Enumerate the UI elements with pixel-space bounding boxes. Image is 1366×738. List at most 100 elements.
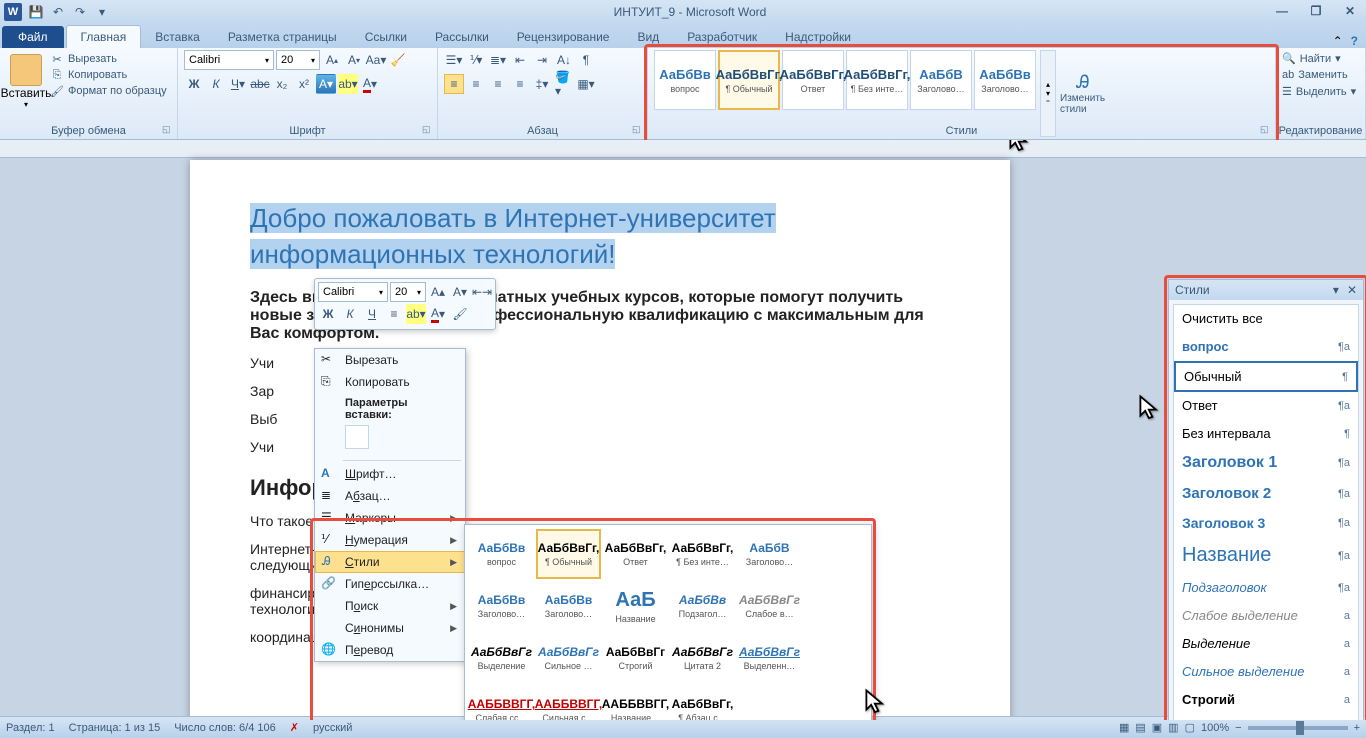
submenu-style-item[interactable]: АаБбВвЗаголово… [469,581,534,631]
tab-page-layout[interactable]: Разметка страницы [214,26,351,48]
shrink-font-button[interactable]: A▾ [344,50,364,70]
pane-style-item[interactable]: Обычный¶ [1174,361,1358,392]
select-button[interactable]: ☰Выделить▾ [1282,83,1359,100]
status-spellcheck-icon[interactable]: ✗ [290,721,299,734]
pane-style-item[interactable]: Заголовок 2¶a [1174,479,1358,509]
font-color-button[interactable]: A▾ [360,74,380,94]
replace-button[interactable]: abЗаменить [1282,67,1359,83]
view-mode-icon[interactable]: ▥ [1168,721,1178,734]
save-icon[interactable]: 💾 [28,4,44,20]
tab-developer[interactable]: Разработчик [673,26,771,48]
zoom-level[interactable]: 100% [1201,722,1229,734]
underline-button[interactable]: Ч▾ [228,74,248,94]
pane-style-item[interactable]: вопрос¶a [1174,333,1358,361]
decrease-indent-button[interactable]: ⇤ [510,50,530,70]
mini-center[interactable]: ≡ [384,304,404,324]
style-gallery-item[interactable]: АаБбВвЗаголово… [974,50,1036,110]
undo-icon[interactable]: ↶ [50,4,66,20]
submenu-style-item[interactable]: АаБбВвГгСлабое в… [737,581,802,631]
tab-review[interactable]: Рецензирование [503,26,624,48]
mini-indent[interactable]: ⇤⇥ [472,282,492,302]
style-gallery-item[interactable]: АаБбВЗаголово… [910,50,972,110]
pane-dropdown-icon[interactable]: ▾ [1333,283,1339,297]
strikethrough-button[interactable]: abc [250,74,270,94]
status-words[interactable]: Число слов: 6/4 106 [174,722,276,734]
align-center-button[interactable]: ≡ [466,74,486,94]
ctx-synonyms[interactable]: Синонимы▶ [315,617,465,639]
submenu-style-item[interactable]: АаБбВвГг,Ответ [603,529,668,579]
font-launcher[interactable]: ◱ [422,124,434,136]
copy-button[interactable]: ⎘Копировать [50,68,167,82]
line-spacing-button[interactable]: ‡▾ [532,74,552,94]
justify-button[interactable]: ≡ [510,74,530,94]
submenu-style-item[interactable]: ААББВВГГ,Название… [603,685,668,720]
ctx-paragraph[interactable]: ≣Абзац… [315,485,465,507]
view-mode-icon[interactable]: ▤ [1135,721,1145,734]
view-mode-icon[interactable]: ▦ [1119,721,1129,734]
grow-font-button[interactable]: A▴ [322,50,342,70]
cut-button[interactable]: ✂Вырезать [50,52,167,66]
styles-launcher[interactable]: ◱ [1260,124,1272,136]
mini-italic[interactable]: К [340,304,360,324]
zoom-out-button[interactable]: − [1235,722,1241,734]
shading-button[interactable]: 🪣▾ [554,74,574,94]
find-button[interactable]: 🔍Найти▾ [1282,50,1359,67]
ctx-font[interactable]: AШрифт… [315,463,465,485]
paragraph-launcher[interactable]: ◱ [632,124,644,136]
text-effects-button[interactable]: A▾ [316,74,336,94]
clear-all-item[interactable]: Очистить все [1174,305,1358,333]
tab-view[interactable]: Вид [623,26,673,48]
show-marks-button[interactable]: ¶ [576,50,596,70]
submenu-style-item[interactable]: АаБбВвГгВыделение [469,633,534,683]
pane-style-item[interactable]: Заголовок 1¶a [1174,448,1358,479]
mini-bold[interactable]: Ж [318,304,338,324]
change-styles-button[interactable]: Ꭿ Изменить стили [1060,50,1106,137]
zoom-in-button[interactable]: + [1354,722,1360,734]
ctx-numbering[interactable]: ⅟Нумерация▶ [315,529,465,551]
change-case-button[interactable]: Aa▾ [366,50,386,70]
font-size-combo[interactable]: 20▾ [276,50,320,70]
font-name-combo[interactable]: Calibri▾ [184,50,274,70]
doc-heading1-line2[interactable]: информационных технологий! [250,239,615,269]
italic-button[interactable]: К [206,74,226,94]
submenu-style-item[interactable]: АаБбВЗаголово… [737,529,802,579]
help-icon[interactable]: ? [1351,34,1358,48]
styles-more-button[interactable]: ▴▾⁼ [1040,50,1056,137]
clipboard-launcher[interactable]: ◱ [162,124,174,136]
styles-gallery[interactable]: АаБбВввопросАаБбВвГг,¶ ОбычныйАаБбВвГг,О… [654,50,1036,110]
pane-style-item[interactable]: Подзаголовок¶a [1174,574,1358,602]
submenu-style-item[interactable]: АаБбВвГгСильное … [536,633,601,683]
clear-formatting-button[interactable]: 🧹 [388,50,408,70]
ctx-search[interactable]: Поиск▶ [315,595,465,617]
mini-grow-font[interactable]: A▴ [428,282,448,302]
minimize-button[interactable]: — [1270,4,1294,20]
pane-style-item[interactable]: Выделениеa [1174,630,1358,658]
pane-close-button[interactable]: ✕ [1347,283,1357,297]
style-gallery-item[interactable]: АаБбВвГг,¶ Обычный [718,50,780,110]
close-button[interactable]: ✕ [1338,4,1362,20]
view-mode-icon[interactable]: ▢ [1185,721,1195,734]
paste-option[interactable] [345,425,369,449]
pane-style-item[interactable]: Без интервала¶ [1174,420,1358,448]
redo-icon[interactable]: ↷ [72,4,88,20]
ctx-copy[interactable]: ⎘Копировать [315,371,465,393]
style-gallery-item[interactable]: АаБбВвГг,¶ Без инте… [846,50,908,110]
ctx-bullets[interactable]: ☰Маркеры▶ [315,507,465,529]
mini-highlight[interactable]: ab▾ [406,304,426,324]
minimize-ribbon-icon[interactable]: ⌃ [1333,34,1343,48]
bold-button[interactable]: Ж [184,74,204,94]
tab-addins[interactable]: Надстройки [771,26,865,48]
highlight-button[interactable]: ab▾ [338,74,358,94]
format-painter-button[interactable]: 🖌Формат по образцу [50,84,167,98]
mini-underline[interactable]: Ч [362,304,382,324]
ctx-hyperlink[interactable]: 🔗Гиперссылка… [315,573,465,595]
pane-style-item[interactable]: Слабое выделениеa [1174,602,1358,630]
bullets-button[interactable]: ☰▾ [444,50,464,70]
submenu-style-item[interactable]: АаБбВвГг,¶ Обычный [536,529,601,579]
pane-style-item[interactable]: Название¶a [1174,538,1358,574]
pane-style-item[interactable]: Сильное выделениеa [1174,658,1358,686]
paste-button[interactable]: Вставить ▾ [6,50,46,137]
ctx-styles[interactable]: ᎯСтили▶ [315,551,465,573]
tab-insert[interactable]: Вставка [141,26,214,48]
mini-font-color[interactable]: A▾ [428,304,448,324]
